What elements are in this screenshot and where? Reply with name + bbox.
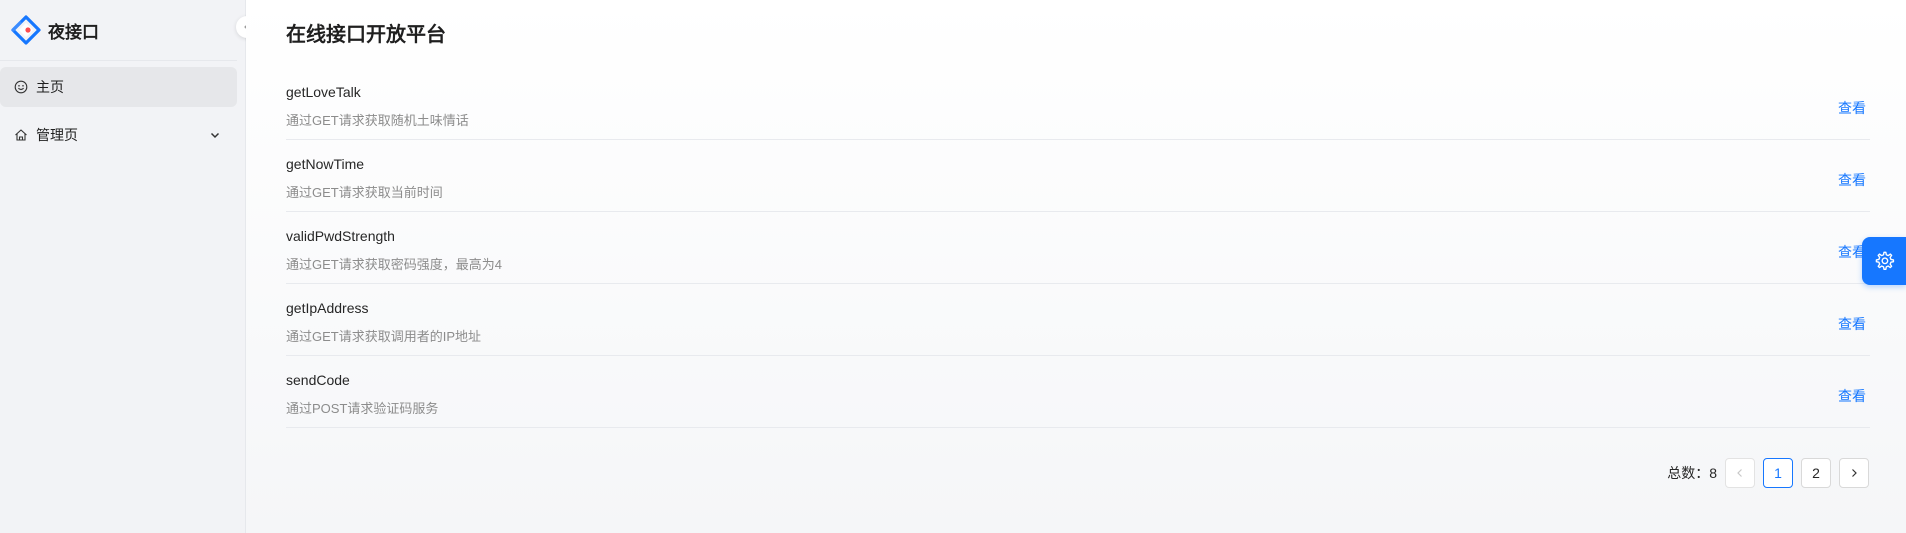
sidebar-menu: 主页 管理页 xyxy=(0,61,245,155)
list-item: getLoveTalk 通过GET请求获取随机土味情话 查看 xyxy=(286,68,1870,140)
api-name: sendCode xyxy=(286,372,350,388)
chevron-right-icon xyxy=(1852,469,1857,477)
pagination: 总数：8 1 2 xyxy=(1667,458,1869,488)
chevron-left-icon xyxy=(1737,469,1742,477)
prev-page-button[interactable] xyxy=(1725,458,1755,488)
view-link[interactable]: 查看 xyxy=(1838,386,1866,406)
api-name: getNowTime xyxy=(286,156,365,172)
app: 夜接口 主页 管理页 在线接口开放平台 getLoveTalk 通过GET请求获… xyxy=(0,0,1906,533)
main-content: 在线接口开放平台 getLoveTalk 通过GET请求获取随机土味情话 查看 … xyxy=(246,0,1906,533)
api-list: getLoveTalk 通过GET请求获取随机土味情话 查看 getNowTim… xyxy=(286,68,1870,428)
next-page-button[interactable] xyxy=(1839,458,1869,488)
list-item: getIpAddress 通过GET请求获取调用者的IP地址 查看 xyxy=(286,284,1870,356)
page-button-2[interactable]: 2 xyxy=(1801,458,1831,488)
sidebar-item-label: 主页 xyxy=(36,79,64,95)
list-item: validPwdStrength 通过GET请求获取密码强度，最高为4 查看 xyxy=(286,212,1870,284)
page-button-1[interactable]: 1 xyxy=(1763,458,1793,488)
view-link[interactable]: 查看 xyxy=(1838,170,1866,190)
api-name: validPwdStrength xyxy=(286,228,395,244)
settings-button[interactable] xyxy=(1862,237,1906,285)
view-link[interactable]: 查看 xyxy=(1838,98,1866,118)
api-description: 通过GET请求获取调用者的IP地址 xyxy=(286,329,482,344)
home-icon xyxy=(14,128,28,142)
api-name: getIpAddress xyxy=(286,300,369,316)
sidebar-item-label: 管理页 xyxy=(36,127,78,143)
api-description: 通过GET请求获取密码强度，最高为4 xyxy=(286,257,502,272)
total-count: 总数：8 xyxy=(1667,465,1717,481)
smile-icon xyxy=(14,80,28,94)
api-description: 通过POST请求验证码服务 xyxy=(286,401,439,416)
view-link[interactable]: 查看 xyxy=(1838,314,1866,334)
api-description: 通过GET请求获取当前时间 xyxy=(286,185,443,200)
page-title: 在线接口开放平台 xyxy=(286,24,446,46)
brand[interactable]: 夜接口 xyxy=(0,0,237,61)
list-item: getNowTime 通过GET请求获取当前时间 查看 xyxy=(286,140,1870,212)
api-name: getLoveTalk xyxy=(286,84,361,100)
chevron-down-icon xyxy=(210,132,220,139)
sidebar-item-admin[interactable]: 管理页 xyxy=(0,115,237,155)
logo-icon xyxy=(10,14,42,46)
sidebar-item-home[interactable]: 主页 xyxy=(0,67,237,107)
list-item: sendCode 通过POST请求验证码服务 查看 xyxy=(286,356,1870,428)
brand-name: 夜接口 xyxy=(48,22,99,42)
api-description: 通过GET请求获取随机土味情话 xyxy=(286,113,469,128)
sidebar: 夜接口 主页 管理页 xyxy=(0,0,258,533)
gear-icon xyxy=(1875,251,1895,271)
